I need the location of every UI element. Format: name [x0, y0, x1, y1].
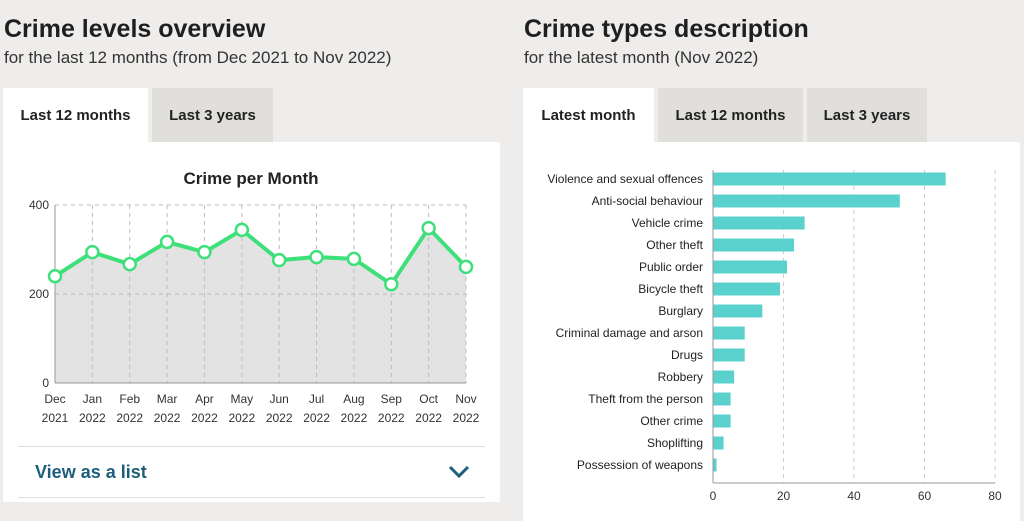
bar	[713, 304, 763, 318]
x-tick-label: Jan	[83, 392, 102, 406]
x-tick-label-year: 2022	[453, 411, 480, 425]
bar	[713, 414, 731, 428]
data-point	[421, 220, 436, 236]
left-panel: Crime per Month 0 200 400 Dec 2021 Jan 2022 Feb 2…	[3, 142, 500, 502]
bar	[713, 370, 735, 384]
x-tick-label-year: 2022	[228, 411, 255, 425]
data-point	[384, 276, 399, 292]
y-tick-label: 400	[29, 198, 49, 212]
tab-last-12-months-types[interactable]: Last 12 months	[658, 88, 803, 142]
bar	[713, 238, 795, 252]
right-subtitle: for the latest month (Nov 2022)	[524, 48, 759, 67]
x-tick-label: Mar	[157, 392, 178, 406]
x-tick-label: Nov	[455, 392, 476, 406]
category-label: Criminal damage and arson	[556, 326, 703, 340]
category-label: Violence and sexual offences	[547, 172, 703, 186]
data-point	[309, 249, 324, 265]
chevron-down-icon	[448, 465, 470, 479]
bar	[713, 392, 731, 406]
category-label: Anti-social behaviour	[592, 194, 703, 208]
bar	[713, 458, 717, 472]
x-tick-label: 0	[710, 489, 717, 503]
data-point	[234, 222, 250, 238]
right-title: Crime types description	[524, 15, 809, 43]
category-label: Public order	[639, 260, 703, 274]
crime-per-month-chart: Crime per Month 0 200 400 Dec 2021 Jan 2022 Feb 2…	[29, 169, 480, 425]
x-tick-label: 40	[847, 489, 861, 503]
x-tick-label: Aug	[343, 392, 364, 406]
bar	[713, 194, 900, 208]
data-point	[122, 256, 137, 272]
tab-latest-month[interactable]: Latest month	[523, 88, 654, 142]
y-tick-label: 0	[42, 376, 49, 390]
x-tick-label: Oct	[419, 392, 438, 406]
x-tick-label: May	[230, 392, 253, 406]
view-as-list-toggle[interactable]: View as a list	[18, 446, 485, 498]
x-tick-label: 20	[777, 489, 791, 503]
x-tick-label: 60	[918, 489, 932, 503]
chart-title: Crime per Month	[183, 169, 318, 188]
data-point	[346, 251, 362, 267]
x-tick-label: Sep	[381, 392, 403, 406]
data-point	[197, 244, 212, 260]
area-fill	[55, 228, 466, 383]
left-title: Crime levels overview	[4, 15, 266, 43]
bar	[713, 282, 780, 296]
x-tick-label-year: 2022	[79, 411, 106, 425]
bar	[713, 326, 745, 340]
x-tick-label-year: 2021	[42, 411, 69, 425]
x-tick-label: Apr	[195, 392, 214, 406]
x-tick-label: 80	[988, 489, 1002, 503]
category-label: Vehicle crime	[632, 216, 704, 230]
category-label: Drugs	[671, 348, 703, 362]
x-tick-label: Dec	[44, 392, 65, 406]
bar	[713, 172, 946, 186]
tab-last-12-months[interactable]: Last 12 months	[3, 88, 148, 142]
x-tick-label-year: 2022	[266, 411, 293, 425]
x-tick-label: Jul	[309, 392, 324, 406]
x-tick-label-year: 2022	[191, 411, 218, 425]
x-tick-label-year: 2022	[341, 411, 368, 425]
x-tick-label-year: 2022	[378, 411, 405, 425]
tab-last-3-years[interactable]: Last 3 years	[152, 88, 273, 142]
data-point	[85, 244, 100, 260]
category-label: Burglary	[658, 304, 703, 318]
x-tick-label: Jun	[270, 392, 289, 406]
view-as-list-label: View as a list	[35, 461, 147, 482]
y-tick-label: 200	[29, 287, 49, 301]
data-point	[271, 252, 287, 268]
x-tick-label-year: 2022	[415, 411, 442, 425]
bar	[713, 348, 745, 362]
x-tick-label-year: 2022	[116, 411, 143, 425]
crime-types-chart: 0 20 40 60 80 Violence and sexual offences Ant…	[547, 170, 1002, 503]
category-label: Other theft	[646, 238, 703, 252]
category-label: Other crime	[640, 414, 703, 428]
right-panel: 0 20 40 60 80 Violence and sexual offences Ant…	[523, 142, 1020, 521]
category-label: Possession of weapons	[577, 458, 703, 472]
data-point	[47, 268, 63, 284]
bar	[713, 260, 788, 274]
x-tick-label-year: 2022	[154, 411, 181, 425]
category-label: Robbery	[658, 370, 703, 384]
x-tick-label: Feb	[119, 392, 140, 406]
x-tick-label-year: 2022	[303, 411, 330, 425]
category-label: Theft from the person	[588, 392, 703, 406]
tab-last-3-years-types[interactable]: Last 3 years	[807, 88, 927, 142]
category-label: Bicycle theft	[638, 282, 703, 296]
left-subtitle: for the last 12 months (from Dec 2021 to…	[4, 48, 392, 67]
data-point	[159, 234, 175, 250]
bar	[713, 216, 805, 230]
category-label: Shoplifting	[647, 436, 703, 450]
bar	[713, 436, 724, 450]
data-point	[458, 259, 474, 275]
